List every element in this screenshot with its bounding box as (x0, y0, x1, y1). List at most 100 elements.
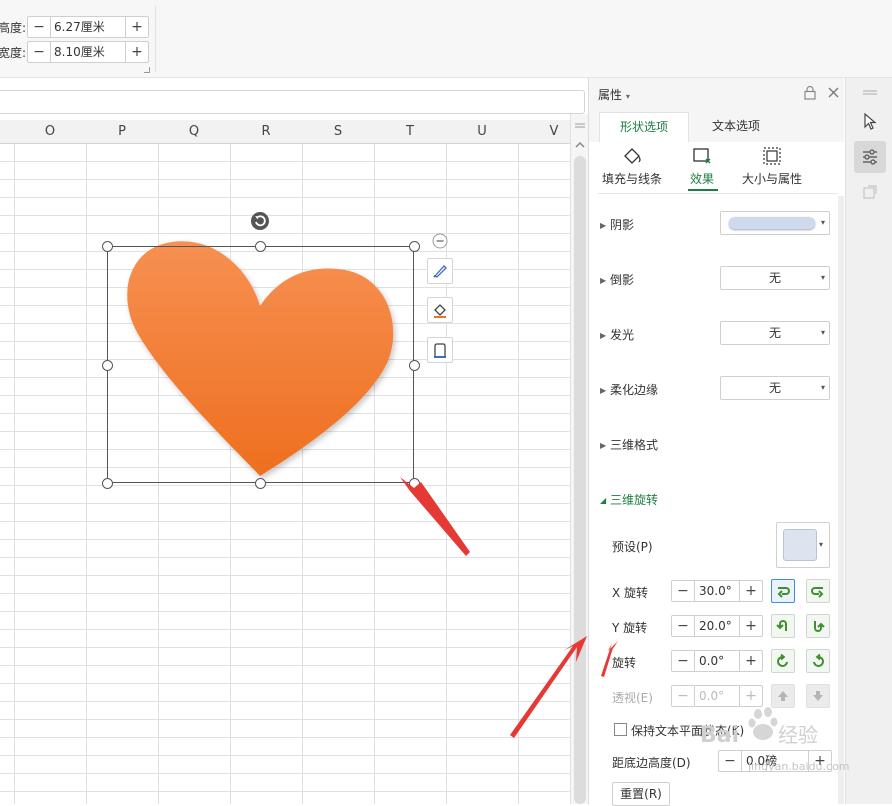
baidu-jingyan-watermark: Bai 经验 (700, 707, 818, 748)
scroll-up-icon[interactable] (574, 140, 586, 150)
size-properties-icon (763, 147, 781, 165)
z-rotation-decrease-button[interactable]: − (672, 651, 694, 671)
perspective-stepper[interactable]: − 0.0° + (671, 685, 763, 707)
section-soft-edges[interactable]: ▶ 柔化边缘 (600, 381, 658, 398)
y-rotation-input[interactable]: 20.0° (694, 616, 740, 636)
shadow-dropdown[interactable]: ▾ (720, 211, 830, 235)
column-header-cell[interactable]: R (230, 120, 302, 144)
dropdown-caret-icon: ▾ (820, 218, 825, 227)
y-rotation-increase-button[interactable]: + (740, 616, 762, 636)
z-rotation-increase-button[interactable]: + (740, 651, 762, 671)
keep-text-flat-checkbox[interactable] (614, 723, 627, 736)
section-glow[interactable]: ▶ 发光 (600, 326, 634, 343)
tab-text-options[interactable]: 文本选项 (696, 112, 776, 142)
resize-handle-nw[interactable] (102, 241, 113, 252)
shape-style-button[interactable] (427, 258, 453, 284)
width-input[interactable]: 8.10厘米 (50, 42, 126, 62)
resize-handle-w[interactable] (102, 360, 113, 371)
formula-bar[interactable] (0, 90, 585, 114)
width-stepper[interactable]: − 8.10厘米 + (27, 41, 149, 63)
vertical-scroll-thumb[interactable] (574, 156, 586, 804)
resize-handle-sw[interactable] (102, 478, 113, 489)
column-header-cell[interactable]: T (374, 120, 446, 144)
distance-label: 距底边高度(D) (612, 756, 691, 770)
convert-icon[interactable] (862, 184, 878, 200)
subtab-fill-line[interactable]: 填充与线条 (600, 146, 664, 187)
resize-handle-n[interactable] (255, 241, 266, 252)
width-increase-button[interactable]: + (126, 42, 148, 62)
resize-handle-e[interactable] (409, 360, 420, 371)
ribbon-separator (155, 6, 156, 72)
x-rotation-input[interactable]: 30.0° (694, 581, 740, 601)
close-icon[interactable] (828, 87, 839, 98)
z-rotation-stepper[interactable]: − 0.0° + (671, 650, 763, 672)
resize-handle-s[interactable] (255, 478, 266, 489)
dropdown-caret-icon: ▾ (820, 328, 825, 337)
shape-outline-button[interactable] (427, 337, 453, 363)
section-3d-format[interactable]: ▶ 三维格式 (600, 436, 658, 453)
reflection-dropdown[interactable]: 无 ▾ (720, 266, 830, 290)
section-reflection[interactable]: ▶ 倒影 (600, 271, 634, 288)
section-shadow[interactable]: ▶ 阴影 (600, 216, 634, 233)
column-header-cell[interactable]: Q (158, 120, 230, 144)
size-dialog-launcher[interactable] (144, 67, 150, 73)
column-header-cell[interactable]: P (86, 120, 158, 144)
perspective-increase-button[interactable]: + (740, 686, 762, 706)
shape-fill-button[interactable] (427, 297, 453, 323)
pane-title[interactable]: 属性 ▾ (598, 86, 630, 103)
perspective-widen-button[interactable] (806, 684, 830, 708)
height-increase-button[interactable]: + (126, 17, 148, 37)
expand-triangle-icon: ▶ (600, 331, 607, 340)
subtab-size-props[interactable]: 大小与属性 (738, 146, 806, 187)
width-label: 宽度: (0, 46, 27, 60)
watermark-url: jingyan.baidu.com (748, 760, 850, 773)
perspective-input[interactable]: 0.0° (694, 686, 740, 706)
svg-text:Bai: Bai (700, 723, 739, 748)
resize-handle-ne[interactable] (409, 241, 420, 252)
collapse-float-toolbar-icon[interactable] (432, 233, 448, 249)
subtab-effects[interactable]: 效果 (684, 146, 720, 187)
brush-icon (433, 265, 447, 278)
lock-icon[interactable] (803, 85, 817, 100)
subtab-effects-label: 效果 (689, 172, 714, 186)
width-decrease-button[interactable]: − (28, 42, 50, 62)
height-stepper[interactable]: − 6.27厘米 + (27, 16, 149, 38)
y-rotation-decrease-button[interactable]: − (672, 616, 694, 636)
perspective-decrease-button[interactable]: − (672, 686, 694, 706)
subtab-fill-line-label: 填充与线条 (601, 172, 662, 186)
x-rotation-decrease-button[interactable]: − (672, 581, 694, 601)
arrow-up-icon (778, 691, 788, 701)
rotate-ccw-button[interactable] (771, 649, 795, 673)
rotate-left-button[interactable] (771, 579, 795, 603)
rotate-right-button[interactable] (806, 579, 830, 603)
rotate-cw-button[interactable] (806, 649, 830, 673)
column-header-cell[interactable]: U (446, 120, 518, 144)
rotate-down-button[interactable] (806, 614, 830, 638)
section-3d-rotation[interactable]: ◢ 三维旋转 (600, 491, 658, 508)
column-header-cell[interactable]: S (302, 120, 374, 144)
z-rotation-input[interactable]: 0.0° (694, 651, 740, 671)
effects-icon (693, 148, 711, 164)
active-subtab-indicator (688, 189, 718, 191)
property-settings-icon[interactable] (861, 148, 879, 166)
height-decrease-button[interactable]: − (28, 17, 50, 37)
tab-shape-options[interactable]: 形状选项 (599, 112, 689, 142)
rotate-up-button[interactable] (771, 614, 795, 638)
dropdown-caret-icon: ▾ (820, 383, 825, 392)
rotate-handle-icon[interactable] (250, 211, 270, 231)
x-rotation-stepper[interactable]: − 30.0° + (671, 580, 763, 602)
reset-button[interactable]: 重置(R) (612, 782, 670, 806)
soft-edges-dropdown[interactable]: 无 ▾ (720, 376, 830, 400)
height-input[interactable]: 6.27厘米 (50, 17, 126, 37)
select-pointer-icon[interactable] (862, 112, 878, 130)
side-toolbar-grip-icon (863, 90, 877, 95)
height-label: 高度: (0, 21, 27, 35)
perspective-narrow-button[interactable] (771, 684, 795, 708)
rotate-down-icon (814, 621, 825, 632)
x-rotation-increase-button[interactable]: + (740, 581, 762, 601)
column-header-cell[interactable]: O (14, 120, 86, 144)
watermark-jingyan-text: 经验 (778, 723, 818, 747)
glow-dropdown[interactable]: 无 ▾ (720, 321, 830, 345)
y-rotation-stepper[interactable]: − 20.0° + (671, 615, 763, 637)
resize-handle-se[interactable] (409, 478, 420, 489)
